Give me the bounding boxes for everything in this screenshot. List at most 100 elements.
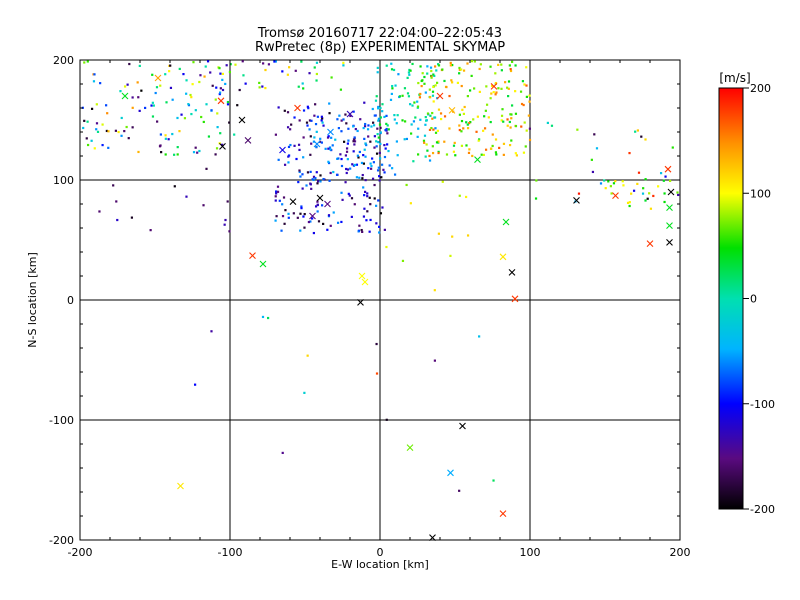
dot-point [329, 171, 332, 175]
dot-point [346, 142, 349, 145]
dot-point [369, 162, 372, 165]
dot-point [409, 69, 412, 72]
dot-point [375, 222, 378, 225]
dot-point [397, 73, 400, 76]
dot-point [610, 192, 613, 195]
dot-point [591, 170, 595, 174]
dot-point [458, 113, 461, 116]
dot-point [525, 95, 528, 98]
dot-point [506, 86, 509, 89]
dot-point [185, 195, 188, 198]
dot-point [312, 231, 315, 235]
colorbar-tick-label: 200 [750, 82, 771, 95]
dot-point [125, 125, 128, 129]
dot-point [83, 61, 86, 64]
dot-point [168, 70, 171, 73]
dot-point [337, 127, 340, 130]
dot-point [406, 76, 409, 79]
dot-point [418, 96, 422, 99]
dot-point [267, 63, 271, 66]
dot-point [362, 126, 365, 130]
dot-point [502, 120, 505, 123]
x-marker-point [249, 252, 256, 259]
dot-point [514, 90, 517, 93]
dot-point [509, 113, 512, 116]
dot-point [319, 137, 322, 140]
dot-point [301, 82, 304, 85]
dot-point [462, 127, 465, 130]
dot-point [193, 383, 197, 386]
dot-point [363, 101, 366, 104]
dot-point [449, 254, 452, 257]
dot-point [221, 78, 224, 81]
dot-point [451, 81, 454, 84]
dot-point [286, 73, 289, 76]
dot-point [313, 66, 316, 69]
dot-point [443, 115, 447, 118]
dot-point [634, 130, 637, 133]
dot-point [178, 130, 181, 133]
dot-point [287, 161, 290, 164]
dot-point [190, 112, 193, 116]
dot-point [345, 150, 349, 153]
dot-point [465, 144, 468, 147]
dot-point [362, 162, 366, 165]
dot-point [377, 199, 380, 202]
dot-point [646, 197, 649, 200]
dot-point [373, 183, 376, 187]
dot-point [424, 123, 427, 126]
dot-point [150, 104, 153, 107]
dot-point [642, 187, 645, 190]
dot-point [458, 72, 461, 75]
dot-point [431, 90, 435, 93]
dot-point [95, 122, 99, 125]
dot-point [453, 141, 456, 144]
dot-point [383, 228, 386, 231]
dot-point [373, 146, 376, 149]
dot-point [264, 86, 267, 90]
dot-point [452, 144, 456, 147]
dot-point [180, 113, 183, 116]
dot-point [219, 72, 222, 75]
dot-point [663, 192, 666, 195]
dot-point [95, 103, 98, 106]
dot-point [327, 147, 330, 150]
dot-point [369, 218, 372, 222]
dot-point [211, 84, 214, 87]
dot-point [649, 207, 653, 210]
plot-area [79, 59, 681, 541]
dot-point [430, 76, 433, 79]
dot-point [275, 215, 278, 218]
dot-point [524, 145, 527, 148]
dot-point [428, 128, 432, 132]
dot-point [483, 127, 487, 130]
dot-point [346, 168, 350, 171]
dot-point [396, 154, 399, 157]
dot-point [363, 137, 366, 140]
dot-point [226, 103, 230, 106]
dot-point [426, 65, 429, 68]
dot-point [169, 86, 173, 90]
x-marker-point [646, 240, 654, 247]
dot-point [98, 210, 101, 213]
dot-point [489, 120, 492, 124]
dot-point [96, 130, 100, 133]
dot-point [441, 180, 444, 183]
dot-point [417, 81, 420, 85]
dot-point [176, 146, 179, 149]
dot-point [377, 166, 380, 169]
dot-point [452, 150, 456, 153]
dot-point [472, 118, 475, 121]
colorbar-tick-label: -100 [750, 398, 775, 411]
x-marker-point [666, 204, 673, 211]
dot-point [443, 140, 446, 143]
x-marker-point [217, 97, 225, 105]
dot-point [431, 94, 435, 97]
dot-point [276, 185, 280, 188]
dot-point [422, 139, 426, 142]
dot-point [362, 215, 366, 218]
dot-point [449, 61, 452, 65]
dot-point [375, 372, 379, 375]
dot-point [644, 138, 647, 141]
dot-point [375, 152, 379, 155]
